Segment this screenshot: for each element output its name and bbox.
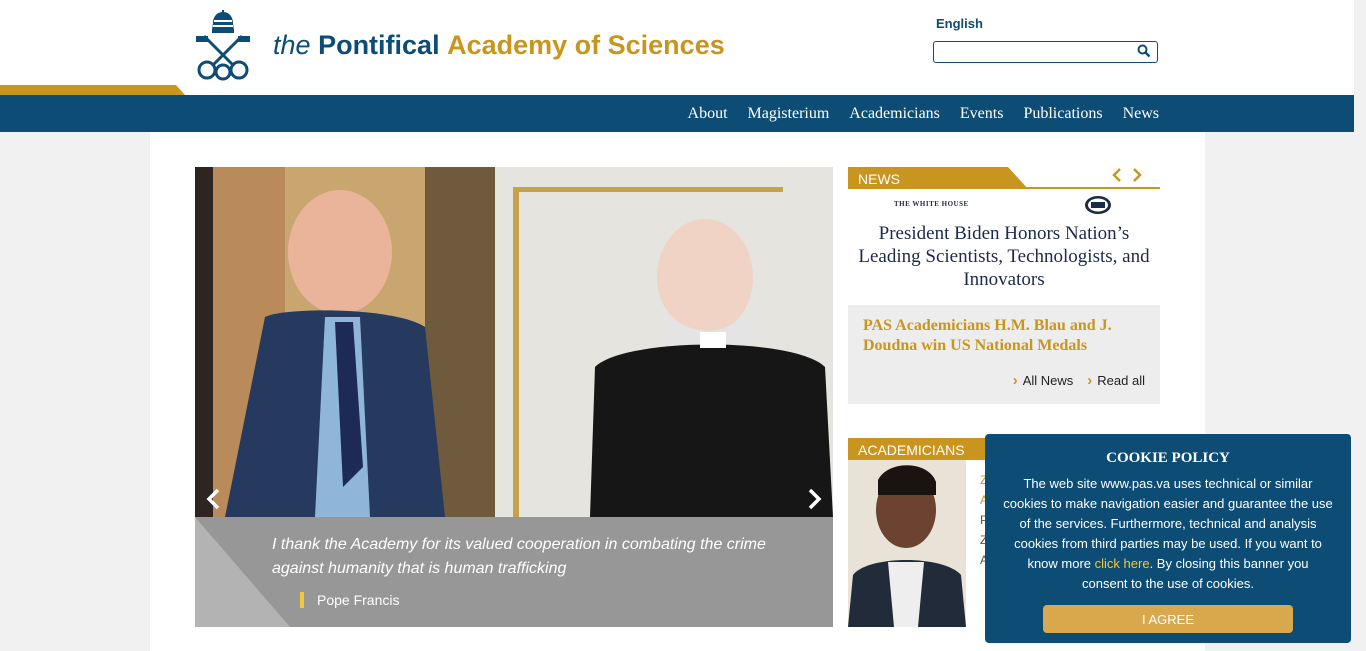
news-image-headline: President Biden Honors Nation’s Leading … bbox=[858, 223, 1150, 290]
slider-photo bbox=[195, 167, 833, 517]
white-house-seal-icon bbox=[1085, 196, 1111, 214]
slider-quote: I thank the Academy for its valued coope… bbox=[272, 536, 766, 577]
white-house-label: THE WHITE HOUSE bbox=[894, 200, 969, 208]
news-links: › All News › Read all bbox=[999, 372, 1145, 389]
nav-events[interactable]: Events bbox=[960, 105, 1004, 123]
site-title-academy: Academy of Sciences bbox=[447, 30, 725, 60]
news-section-tab: NEWS bbox=[848, 167, 1028, 189]
nav-news[interactable]: News bbox=[1123, 105, 1159, 123]
slider-next-arrow-icon[interactable] bbox=[802, 487, 826, 511]
search-input[interactable] bbox=[940, 43, 1130, 61]
chevron-right-icon: › bbox=[1087, 372, 1093, 389]
main-navigation-bar: About Magisterium Academicians Events Pu… bbox=[0, 95, 1354, 132]
gold-accent-strip bbox=[0, 85, 185, 95]
news-title-link[interactable]: PAS Academicians H.M. Blau and J. Doudna… bbox=[863, 316, 1143, 356]
read-all-label: Read all bbox=[1097, 373, 1145, 388]
search-box bbox=[933, 41, 1158, 63]
main-nav: About Magisterium Academicians Events Pu… bbox=[668, 95, 1159, 132]
language-selector[interactable]: English bbox=[936, 16, 983, 31]
site-title-pontifical: Pontifical bbox=[318, 30, 440, 60]
cookie-title: COOKIE POLICY bbox=[1106, 450, 1230, 466]
search-icon[interactable] bbox=[1137, 44, 1151, 58]
cookie-banner: COOKIE POLICY The web site www.pas.va us… bbox=[985, 434, 1351, 643]
cookie-text: The web site www.pas.va uses technical o… bbox=[1003, 474, 1333, 594]
nav-about[interactable]: About bbox=[688, 105, 728, 123]
news-image[interactable]: THE WHITE HOUSE President Biden Honors N… bbox=[848, 189, 1160, 305]
hero-slider: I thank the Academy for its valued coope… bbox=[195, 167, 833, 627]
news-tab-label: NEWS bbox=[858, 171, 900, 187]
academicians-section-tab: ACADEMICIANS bbox=[848, 438, 988, 460]
all-news-link[interactable]: › All News bbox=[1013, 372, 1074, 389]
cookie-click-here-link[interactable]: click here bbox=[1095, 556, 1150, 571]
academician-photo[interactable] bbox=[848, 460, 966, 627]
nav-publications[interactable]: Publications bbox=[1023, 105, 1102, 123]
news-carousel-arrows bbox=[1112, 168, 1142, 182]
chevron-right-icon: › bbox=[1012, 372, 1018, 389]
read-all-link[interactable]: › Read all bbox=[1087, 372, 1145, 389]
page-scrollbar[interactable] bbox=[1354, 0, 1366, 651]
cookie-agree-button[interactable]: I AGREE bbox=[1043, 605, 1293, 633]
site-header: the Pontifical Academy of Sciences Engli… bbox=[0, 0, 1366, 95]
nav-magisterium[interactable]: Magisterium bbox=[748, 105, 830, 123]
site-title-the: the bbox=[273, 30, 311, 60]
slider-caption: I thank the Academy for its valued coope… bbox=[195, 517, 833, 627]
all-news-label: All News bbox=[1022, 373, 1074, 388]
site-title[interactable]: the Pontifical Academy of Sciences bbox=[273, 30, 725, 61]
news-prev-chevron-icon[interactable] bbox=[1112, 168, 1121, 182]
academicians-tab-label: ACADEMICIANS bbox=[858, 442, 965, 458]
news-next-chevron-icon[interactable] bbox=[1133, 168, 1142, 182]
papal-keys-logo-icon[interactable] bbox=[192, 10, 254, 82]
news-body: PAS Academicians H.M. Blau and J. Doudna… bbox=[848, 305, 1160, 404]
slider-quote-author: Pope Francis bbox=[300, 592, 399, 608]
nav-academicians[interactable]: Academicians bbox=[849, 105, 940, 123]
slider-prev-arrow-icon[interactable] bbox=[202, 487, 226, 511]
